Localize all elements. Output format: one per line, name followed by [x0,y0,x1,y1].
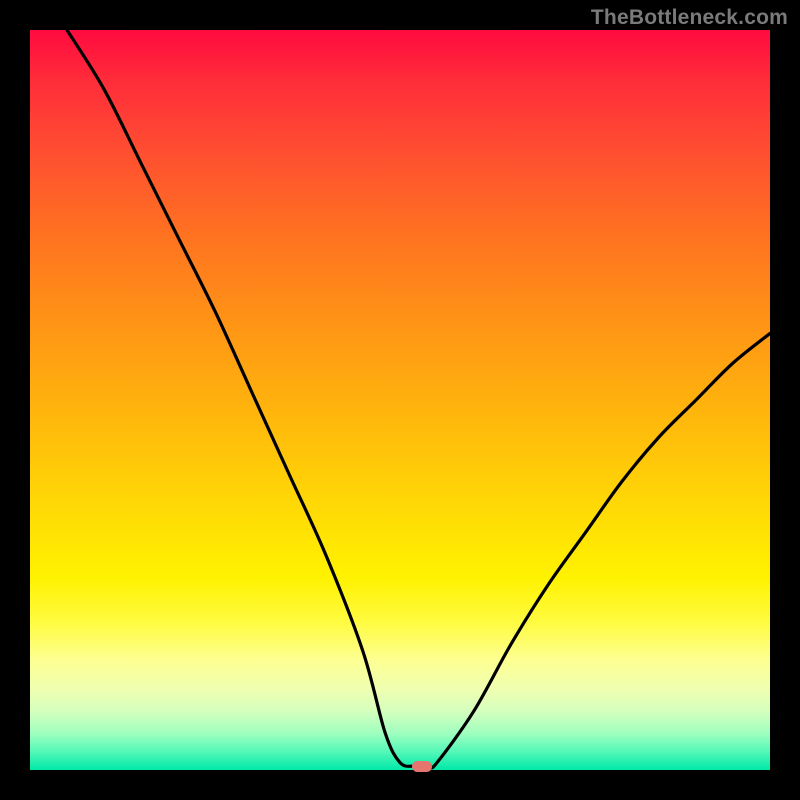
chart-container: TheBottleneck.com [0,0,800,800]
plot-area [30,30,770,770]
watermark-text: TheBottleneck.com [591,6,788,30]
bottleneck-curve [30,30,770,770]
optimal-point-marker [412,761,432,772]
